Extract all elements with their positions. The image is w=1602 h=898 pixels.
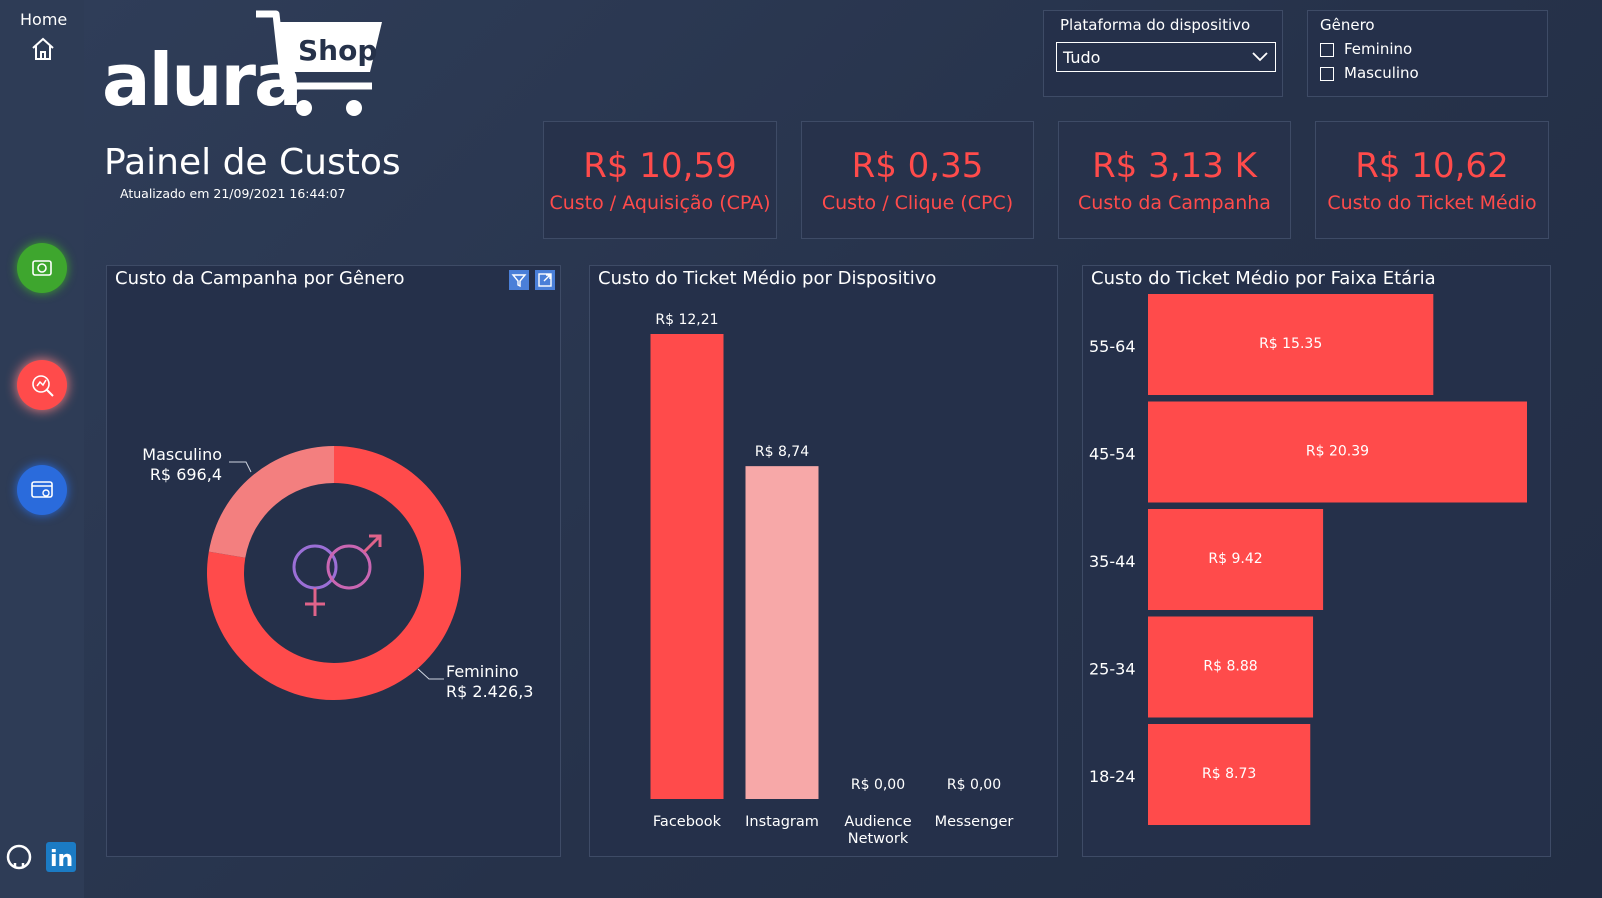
gender-filter-label: Gênero xyxy=(1320,16,1375,34)
bar-value-label: R$ 15.35 xyxy=(1259,336,1322,352)
nav-cost-button[interactable] xyxy=(17,360,67,410)
kpi-card-cpc: R$ 0,35 Custo / Clique (CPC) xyxy=(801,121,1034,239)
y-tick-label: 45-54 xyxy=(1089,445,1136,464)
age-bar-chart: R$ 15.35 55-64 R$ 20.39 45-54 R$ 9.42 35-44 R$… xyxy=(1089,294,1527,825)
platform-dropdown[interactable]: Tudo xyxy=(1056,42,1276,72)
kpi-label: Custo / Clique (CPC) xyxy=(821,192,1014,214)
gender-option-masculino[interactable]: Masculino xyxy=(1320,64,1535,82)
x-tick-label: Audience xyxy=(844,814,911,830)
platform-filter-label: Plataforma do dispositivo xyxy=(1060,16,1251,34)
github-icon[interactable] xyxy=(6,844,32,874)
chevron-down-icon xyxy=(1252,52,1268,62)
checkbox[interactable] xyxy=(1320,66,1334,81)
gender-symbol-icon xyxy=(292,534,382,616)
linkedin-icon[interactable]: in xyxy=(46,842,76,872)
nav-money-button[interactable] xyxy=(17,243,67,293)
bar-value-label: R$ 0,00 xyxy=(947,777,1001,793)
update-timestamp: Atualizado em 21/09/2021 16:44:07 xyxy=(120,186,346,201)
kpi-card-campaign: R$ 3,13 K Custo da Campanha xyxy=(1058,121,1291,239)
gender-option-feminino[interactable]: Feminino xyxy=(1320,40,1535,58)
y-tick-label: 35-44 xyxy=(1089,552,1136,571)
bar-value-label: R$ 8,74 xyxy=(755,444,809,460)
slice-label-feminino: Feminino xyxy=(446,662,519,681)
bar-0 xyxy=(650,334,724,799)
slice-value-feminino: R$ 2.426,3 xyxy=(446,682,533,701)
bar-1 xyxy=(745,466,819,799)
bar-value-label: R$ 20.39 xyxy=(1306,444,1369,460)
kpi-value: R$ 10,59 xyxy=(583,146,737,186)
device-chart-panel: Custo do Ticket Médio por Dispositivo R$… xyxy=(589,265,1058,857)
bar-value-label: R$ 8.73 xyxy=(1202,766,1256,782)
slice-label-masculino: Masculino xyxy=(142,445,222,464)
donut-chart: Masculino R$ 696,4 Feminino R$ 2.426,3 xyxy=(142,445,533,701)
gender-filter: Gênero Feminino Masculino xyxy=(1307,10,1548,97)
platform-dropdown-value: Tudo xyxy=(1063,48,1101,67)
browser-icon xyxy=(31,481,53,498)
kpi-label: Custo do Ticket Médio xyxy=(1327,192,1537,214)
checkbox[interactable] xyxy=(1320,42,1334,57)
svg-text:in: in xyxy=(50,847,73,872)
bar-value-label: R$ 9.42 xyxy=(1208,551,1262,567)
kpi-card-cpa: R$ 10,59 Custo / Aquisição (CPA) xyxy=(543,121,777,239)
x-tick-label: Facebook xyxy=(653,814,722,830)
bar-value-label: R$ 12,21 xyxy=(655,312,718,328)
option-label: Masculino xyxy=(1344,64,1419,82)
bar-value-label: R$ 0,00 xyxy=(851,777,905,793)
kpi-card-ticket: R$ 10,62 Custo do Ticket Médio xyxy=(1315,121,1549,239)
option-label: Feminino xyxy=(1344,40,1413,58)
age-chart-panel: Custo do Ticket Médio por Faixa Etária R… xyxy=(1082,265,1551,857)
kpi-value: R$ 0,35 xyxy=(851,146,984,186)
cost-analysis-icon xyxy=(32,375,54,397)
y-tick-label: 55-64 xyxy=(1089,337,1136,356)
home-icon[interactable] xyxy=(30,36,56,66)
device-bar-chart: R$ 12,21 Facebook R$ 8,74 Instagram R$ 0,00 A… xyxy=(650,312,1014,847)
sidebar xyxy=(0,0,84,898)
nav-browser-button[interactable] xyxy=(17,465,67,515)
platform-filter: Plataforma do dispositivo Tudo xyxy=(1043,10,1283,97)
bar-value-label: R$ 8.88 xyxy=(1203,659,1257,675)
kpi-value: R$ 10,62 xyxy=(1355,146,1509,186)
kpi-label: Custo / Aquisição (CPA) xyxy=(549,192,771,214)
gender-chart-panel: Custo da Campanha por Gênero Masculino R… xyxy=(106,265,561,857)
x-tick-label: Messenger xyxy=(935,814,1014,830)
kpi-label: Custo da Campanha xyxy=(1078,192,1271,214)
kpi-value: R$ 3,13 K xyxy=(1092,146,1257,186)
y-tick-label: 18-24 xyxy=(1089,767,1136,786)
home-label[interactable]: Home xyxy=(20,10,67,29)
x-tick-label: Instagram xyxy=(745,814,819,830)
money-icon xyxy=(32,260,52,276)
page-title: Painel de Custos xyxy=(104,142,401,183)
y-tick-label: 25-34 xyxy=(1089,660,1136,679)
logo-shop: Shop xyxy=(298,34,378,67)
x-tick-label: Network xyxy=(848,831,909,847)
slice-value-masculino: R$ 696,4 xyxy=(150,465,222,484)
donut-slice-masculino xyxy=(208,446,334,558)
